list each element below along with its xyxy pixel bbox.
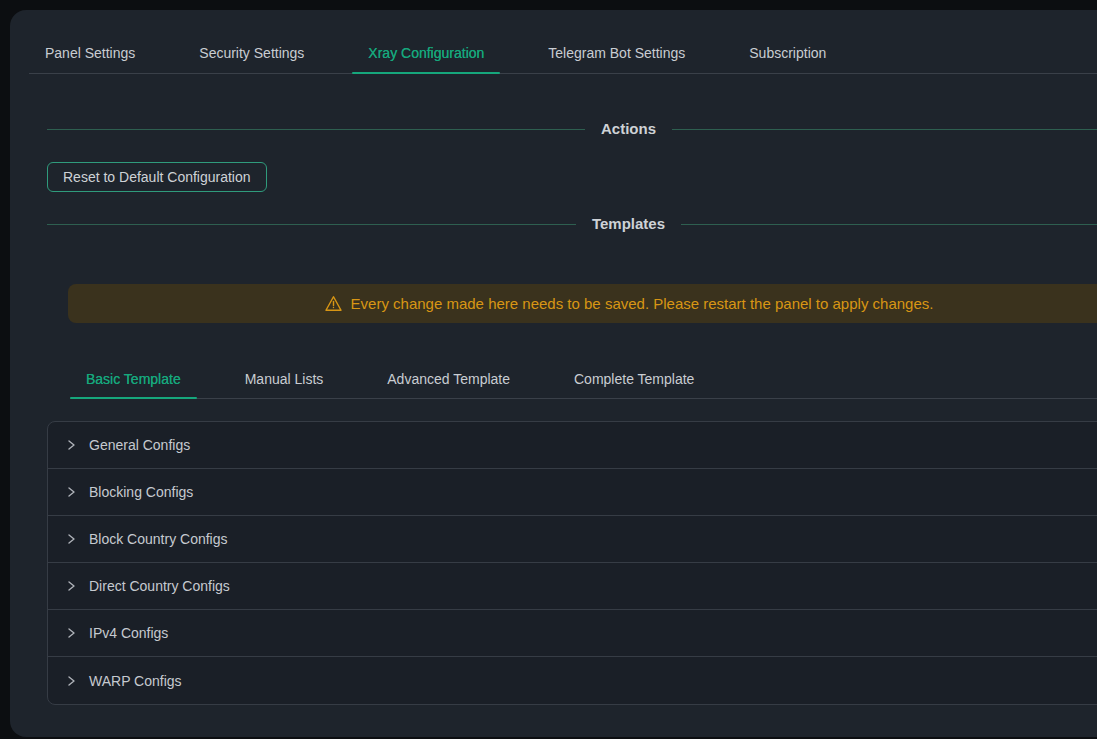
reset-to-default-button[interactable]: Reset to Default Configuration <box>47 162 267 192</box>
collapse-label: Direct Country Configs <box>89 578 230 594</box>
warning-message: Every change made here needs to be saved… <box>351 295 934 312</box>
chevron-right-icon <box>65 439 77 451</box>
collapse-ipv4-configs[interactable]: IPv4 Configs <box>48 610 1097 657</box>
collapse-warp-configs[interactable]: WARP Configs <box>48 657 1097 704</box>
tab-advanced-template[interactable]: Advanced Template <box>371 369 526 398</box>
collapse-general-configs[interactable]: General Configs <box>48 422 1097 469</box>
collapse-label: Block Country Configs <box>89 531 228 547</box>
chevron-right-icon <box>65 675 77 687</box>
tab-complete-template[interactable]: Complete Template <box>558 369 710 398</box>
chevron-right-icon <box>65 533 77 545</box>
warning-banner: Every change made here needs to be saved… <box>68 284 1097 323</box>
settings-tab-bar: Panel Settings Security Settings Xray Co… <box>29 10 1097 74</box>
tab-xray-configuration[interactable]: Xray Configuration <box>352 43 500 73</box>
tab-manual-lists[interactable]: Manual Lists <box>229 369 340 398</box>
collapse-label: General Configs <box>89 437 190 453</box>
tab-telegram-bot-settings[interactable]: Telegram Bot Settings <box>532 43 701 73</box>
warning-triangle-icon <box>324 294 343 313</box>
collapse-label: Blocking Configs <box>89 484 193 500</box>
chevron-right-icon <box>65 627 77 639</box>
tab-panel-settings[interactable]: Panel Settings <box>29 43 151 73</box>
template-tab-bar: Basic Template Manual Lists Advanced Tem… <box>70 369 1097 399</box>
chevron-right-icon <box>65 486 77 498</box>
collapse-label: WARP Configs <box>89 673 182 689</box>
collapse-label: IPv4 Configs <box>89 625 168 641</box>
collapse-blocking-configs[interactable]: Blocking Configs <box>48 469 1097 516</box>
actions-divider: Actions <box>47 118 1097 140</box>
chevron-right-icon <box>65 580 77 592</box>
actions-section-title: Actions <box>601 118 656 140</box>
settings-card: Panel Settings Security Settings Xray Co… <box>10 10 1097 737</box>
tab-basic-template[interactable]: Basic Template <box>70 369 197 398</box>
tab-subscription[interactable]: Subscription <box>733 43 842 73</box>
templates-divider: Templates <box>47 213 1097 235</box>
collapse-block-country-configs[interactable]: Block Country Configs <box>48 516 1097 563</box>
tab-security-settings[interactable]: Security Settings <box>183 43 320 73</box>
collapse-direct-country-configs[interactable]: Direct Country Configs <box>48 563 1097 610</box>
templates-section-title: Templates <box>592 213 665 235</box>
config-collapse-list: General Configs Blocking Configs Block C… <box>47 421 1097 705</box>
